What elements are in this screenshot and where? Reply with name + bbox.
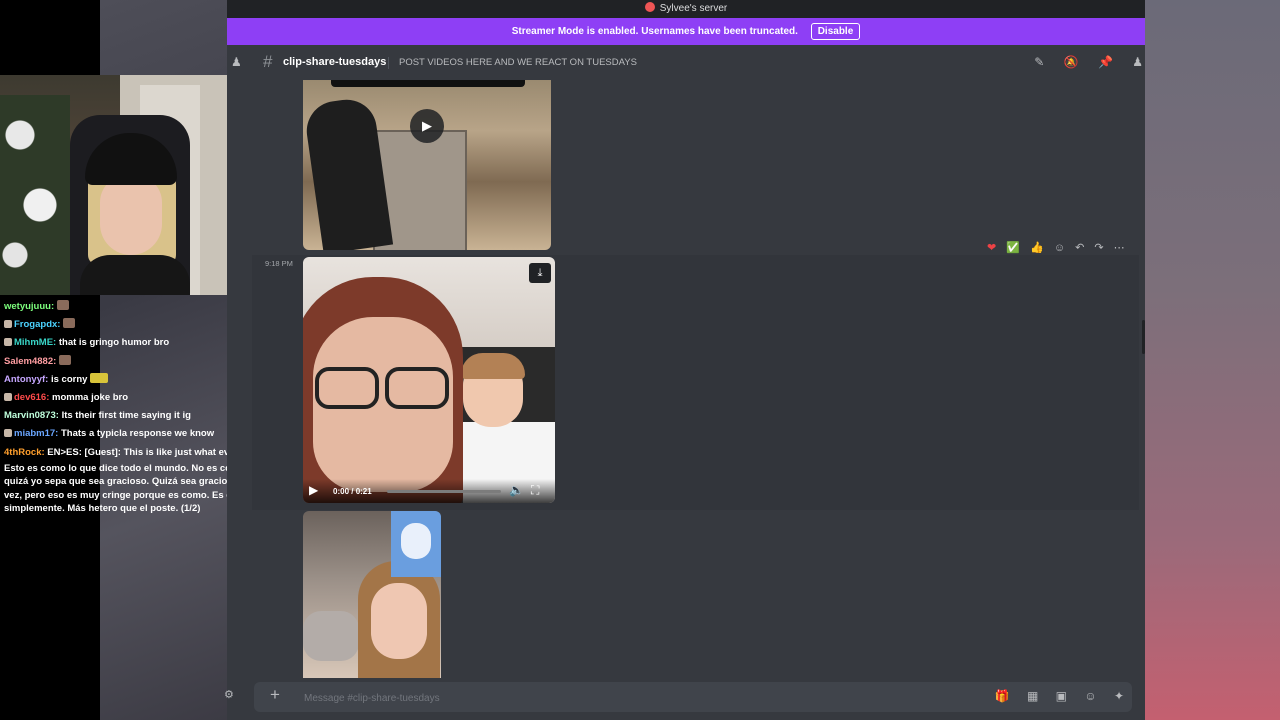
play-icon[interactable]: ▶ bbox=[309, 483, 318, 497]
chat-message: Marvin0873: Its their first time saying … bbox=[0, 407, 240, 425]
chat-username: wetyujuuu: bbox=[4, 301, 55, 312]
attach-plus-icon[interactable]: + bbox=[270, 685, 280, 705]
current-time: 0:00 bbox=[333, 487, 350, 496]
chat-message: MihmME: that is gringo humor bro bbox=[0, 334, 240, 352]
chat-text-continuation: Esto es como lo que dice todo el mundo. … bbox=[4, 462, 233, 515]
message-input[interactable] bbox=[302, 689, 906, 707]
window-titlebar: Sylvee's server bbox=[227, 0, 1145, 18]
chat-message: dev616: momma joke bro bbox=[0, 389, 240, 407]
emoji-icon[interactable]: ☺ bbox=[1084, 689, 1096, 703]
duration: 0:21 bbox=[355, 487, 372, 496]
chat-username: Antonyyf: bbox=[4, 373, 49, 385]
hash-icon: # bbox=[263, 52, 273, 71]
chat-message: Salem4882: bbox=[0, 353, 240, 371]
more-icon[interactable]: ⋯ bbox=[1114, 241, 1125, 254]
chat-message: wetyujuuu: bbox=[0, 298, 240, 316]
chat-message: 4thRock: EN>ES: [Guest]: This is like ju… bbox=[0, 444, 240, 462]
threads-icon[interactable]: ✎ bbox=[1034, 55, 1044, 69]
gif-icon[interactable]: ▦ bbox=[1027, 689, 1038, 703]
emote-icon bbox=[63, 318, 76, 329]
chat-message: Frogapdx: bbox=[0, 316, 240, 334]
emote-icon bbox=[57, 300, 70, 310]
thumbs-up-reaction-icon[interactable]: 👍 bbox=[1030, 241, 1044, 254]
server-name: Sylvee's server bbox=[659, 3, 728, 14]
background-right bbox=[1145, 0, 1280, 720]
channel-topic: POST VIDEOS HERE AND WE REACT ON TUESDAY… bbox=[399, 57, 637, 68]
video-time: 0:00 / 0:21 bbox=[333, 487, 372, 496]
badge-icon bbox=[4, 338, 12, 347]
add-reaction-icon[interactable]: ☺ bbox=[1054, 242, 1065, 254]
video-attachment-3[interactable] bbox=[303, 511, 441, 678]
server-icon bbox=[644, 2, 655, 12]
chat-username: dev616: bbox=[14, 392, 50, 404]
message-list[interactable]: ▶ ❤ ✅ 👍 ☺ ↶ ↷ ⋯ 9:18 PM ⤓ ▶ 0:00 / 0:21 … bbox=[227, 80, 1145, 678]
play-icon[interactable]: ▶ bbox=[410, 109, 444, 143]
chat-message: miabm17: Thats a typicla response we kno… bbox=[0, 425, 240, 443]
emote-icon bbox=[59, 354, 72, 365]
channel-header: ♟ # clip-share-tuesdays POST VIDEOS HERE… bbox=[227, 45, 1145, 81]
header-toolbar: ✎ 🔕 📌 ♟ bbox=[1018, 55, 1143, 69]
chat-username: Marvin0873: bbox=[4, 410, 59, 422]
video-attachment-1[interactable]: ▶ bbox=[303, 80, 551, 250]
forward-icon[interactable]: ↷ bbox=[1094, 241, 1103, 254]
scrollbar[interactable] bbox=[1142, 320, 1145, 354]
chat-text: Its their first time saying it ig bbox=[61, 410, 191, 422]
message-composer: ⚙ + 🎁 ▦ ▣ ☺ ✦ bbox=[224, 678, 1145, 720]
fullscreen-icon[interactable]: ⛶ bbox=[531, 483, 539, 498]
message-timestamp: 9:18 PM bbox=[265, 259, 293, 268]
message-actions: ❤ ✅ 👍 ☺ ↶ ↷ ⋯ bbox=[987, 241, 1132, 255]
chat-username: miabm17: bbox=[14, 428, 59, 440]
sticker-icon[interactable]: ▣ bbox=[1056, 689, 1067, 703]
member-list-icon[interactable]: ♟ bbox=[1132, 55, 1143, 69]
composer-box: + 🎁 ▦ ▣ ☺ ✦ bbox=[254, 682, 1132, 712]
twitch-chat-overlay: wetyujuuu: Frogapdx: MihmME: that is gri… bbox=[0, 298, 240, 516]
chat-message: Antonyyf: is corny bbox=[0, 371, 240, 389]
badge-icon bbox=[4, 429, 12, 438]
apps-icon[interactable]: ✦ bbox=[1114, 689, 1124, 703]
badge-icon bbox=[4, 393, 12, 402]
gift-icon[interactable]: 🎁 bbox=[995, 689, 1010, 703]
chat-text: momma joke bro bbox=[52, 392, 129, 404]
heart-reaction-icon[interactable]: ❤ bbox=[987, 241, 996, 254]
chat-text: Thats a typicla response we know bbox=[61, 428, 215, 440]
divider bbox=[388, 57, 389, 69]
check-reaction-icon[interactable]: ✅ bbox=[1006, 241, 1020, 254]
streamer-mode-banner: Streamer Mode is enabled. Usernames have… bbox=[227, 18, 1145, 45]
badge-icon bbox=[4, 320, 12, 329]
chat-username: MihmME: bbox=[14, 337, 57, 349]
chat-text: is corny bbox=[50, 373, 88, 385]
chat-username: 4thRock: bbox=[4, 446, 45, 458]
gear-icon[interactable]: ⚙ bbox=[224, 688, 234, 701]
streamer-webcam bbox=[0, 75, 240, 295]
disable-button[interactable]: Disable bbox=[810, 23, 861, 40]
download-icon[interactable]: ⤓ bbox=[529, 263, 551, 283]
composer-toolbar: 🎁 ▦ ▣ ☺ ✦ bbox=[981, 689, 1124, 703]
reply-icon[interactable]: ↶ bbox=[1075, 241, 1084, 254]
volume-icon[interactable]: 🔈 bbox=[509, 483, 524, 497]
channel-name: clip-share-tuesdays bbox=[283, 56, 387, 68]
emote-icon bbox=[90, 372, 109, 383]
chat-text: EN>ES: [Guest]: This is like just what e… bbox=[47, 446, 230, 458]
chat-text: that is gringo humor bro bbox=[58, 337, 170, 349]
banner-text: Streamer Mode is enabled. Usernames have… bbox=[511, 26, 798, 37]
pin-icon[interactable]: 📌 bbox=[1098, 55, 1113, 69]
video-controls: ▶ 0:00 / 0:21 🔈 ⛶ bbox=[303, 479, 555, 503]
chat-username: Frogapdx: bbox=[14, 319, 61, 331]
chat-username: Salem4882: bbox=[4, 355, 57, 367]
members-icon[interactable]: ♟ bbox=[231, 55, 242, 69]
mute-bell-icon[interactable]: 🔕 bbox=[1064, 55, 1079, 69]
video-attachment-2[interactable]: ⤓ ▶ 0:00 / 0:21 🔈 ⛶ bbox=[303, 257, 555, 503]
video-scrubber[interactable] bbox=[387, 490, 501, 493]
